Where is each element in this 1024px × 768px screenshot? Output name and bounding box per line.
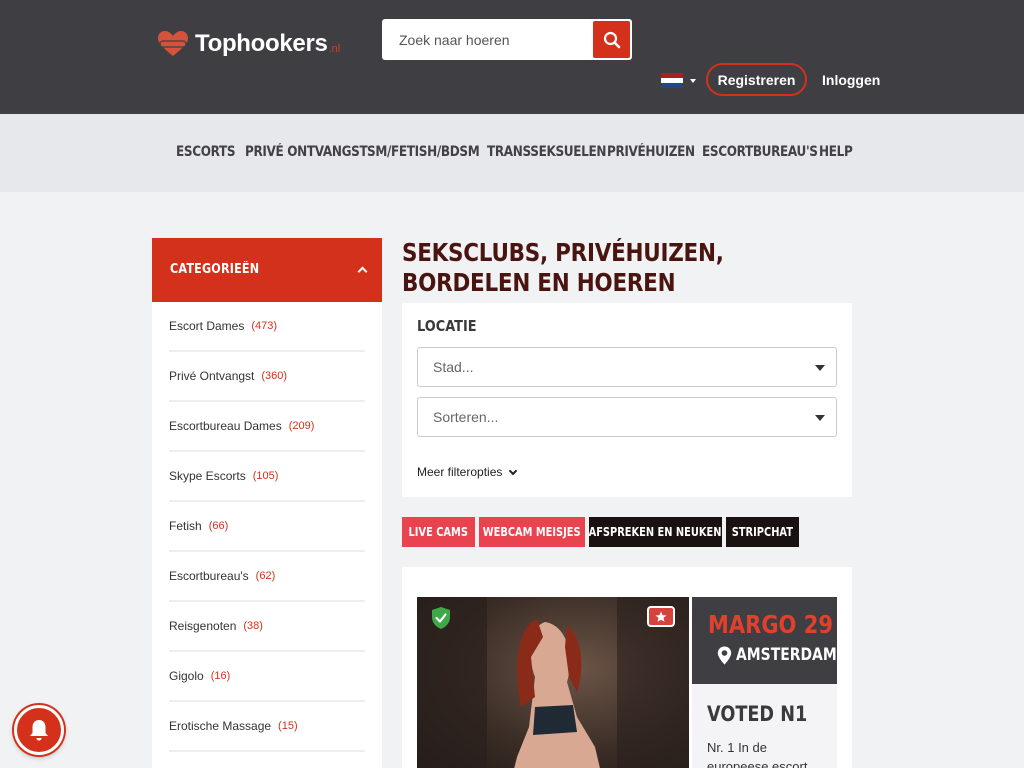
dropdown-arrow-icon [815, 365, 825, 371]
more-filters-label: Meer filteropties [417, 465, 503, 479]
chevron-up-icon [357, 266, 368, 277]
nav-escortbureaus[interactable]: ESCORTBUREAU'S [702, 144, 818, 160]
category-item[interactable]: Skype Escorts (105) [169, 452, 365, 502]
login-link[interactable]: Inloggen [822, 72, 880, 88]
notification-bell-button[interactable] [14, 705, 64, 755]
promo-label: AFSPREKEN EN NEUKEN [589, 525, 722, 539]
city-select-value: Stad... [433, 359, 474, 375]
category-item[interactable]: Gigolo (16) [169, 652, 365, 702]
verified-shield-icon [432, 607, 450, 629]
category-sidebar: CATEGORIEËN Escort Dames (473) Privé Ontv… [152, 238, 382, 768]
listing-city: AMSTERDAM [736, 645, 837, 665]
category-count: (473) [251, 320, 278, 332]
chevron-down-icon [509, 466, 518, 475]
category-label: Escortbureau's [169, 569, 249, 583]
logo[interactable]: Tophookers .nl [157, 30, 340, 58]
category-count: (209) [288, 420, 315, 432]
category-label: Privé Ontvangst [169, 369, 255, 383]
stripchat-button[interactable]: STRIPCHAT [726, 517, 799, 547]
category-item[interactable]: Erotische Massage (15) [169, 702, 365, 752]
nav-prive-ontvangst[interactable]: PRIVÉ ONTVANGST [245, 144, 368, 160]
category-label: Escort Dames [169, 319, 245, 333]
netherlands-flag-icon [661, 73, 683, 88]
nav-escorts[interactable]: ESCORTS [176, 144, 236, 160]
register-button[interactable]: Registreren [706, 63, 807, 96]
category-label: Escortbureau Dames [169, 419, 282, 433]
star-icon [655, 611, 667, 622]
category-item[interactable]: Fetish (66) [169, 502, 365, 552]
category-label: Erotische Massage [169, 719, 272, 733]
logo-tld: .nl [328, 43, 341, 55]
nav-help[interactable]: HELP [819, 144, 853, 160]
sort-select-value: Sorteren... [433, 409, 499, 425]
favorite-button[interactable] [647, 606, 675, 627]
category-item[interactable]: Escortbureau Dames (209) [169, 402, 365, 452]
category-count: (66) [208, 520, 229, 532]
language-selector[interactable] [661, 73, 696, 88]
category-label: Reisgenoten [169, 619, 237, 633]
listing-name[interactable]: MARGO 29 [708, 610, 833, 639]
category-label: Gigolo [169, 669, 204, 683]
promo-label: WEBCAM MEISJES [483, 525, 581, 539]
category-count: (360) [261, 370, 288, 382]
category-count: (38) [243, 620, 263, 632]
page-title: SEKSCLUBS, PRIVÉHUIZEN, BORDELEN EN HOER… [402, 238, 724, 297]
city-select[interactable]: Stad... [417, 347, 837, 387]
more-filters-toggle[interactable]: Meer filteropties [417, 465, 518, 479]
category-label: Fetish [169, 519, 202, 533]
sort-select[interactable]: Sorteren... [417, 397, 837, 437]
category-title: CATEGORIEËN [170, 262, 260, 277]
nav-sm-fetish-bdsm[interactable]: SM/FETISH/BDSM [367, 144, 480, 160]
live-cams-button[interactable]: LIVE CAMS [402, 517, 475, 547]
nav-privehuizen[interactable]: PRIVÉHUIZEN [607, 144, 695, 160]
listing-voted: VOTED N1 [707, 702, 808, 726]
listing-description: Nr. 1 In de europeese escort [707, 740, 808, 768]
main-nav: ESCORTS PRIVÉ ONTVANGST SM/FETISH/BDSM T… [0, 114, 1024, 192]
dropdown-arrow-icon [815, 415, 825, 421]
promo-label: STRIPCHAT [731, 525, 794, 539]
listing-photo[interactable] [417, 597, 689, 768]
category-count: (105) [252, 470, 279, 482]
search-bar [382, 19, 632, 60]
listing-card[interactable]: MARGO 29 AMSTERDAM VOTED N1 Nr. 1 In de … [402, 567, 852, 768]
caret-down-icon [690, 78, 696, 83]
logo-text: Tophookers [195, 30, 328, 57]
category-item[interactable]: Escortbureau's (62) [169, 552, 365, 602]
filter-panel: LOCATIE Stad... Sorteren... Meer filtero… [402, 303, 852, 497]
afspreken-en-neuken-button[interactable]: AFSPREKEN EN NEUKEN [589, 517, 722, 547]
category-item[interactable]: Privé Ontvangst (360) [169, 352, 365, 402]
category-label: Skype Escorts [169, 469, 246, 483]
nav-transseksuelen[interactable]: TRANSSEKSUELEN [487, 144, 606, 160]
listing-header: MARGO 29 AMSTERDAM [692, 597, 837, 684]
category-count: (15) [278, 720, 298, 732]
location-label: LOCATIE [417, 317, 477, 335]
heart-logo-icon [158, 31, 188, 56]
category-item[interactable]: Reisgenoten (38) [169, 602, 365, 652]
listing-location: AMSTERDAM [717, 645, 859, 665]
search-input[interactable] [382, 19, 592, 60]
search-button[interactable] [593, 21, 630, 58]
category-count: (62) [255, 570, 276, 582]
category-count: (16) [210, 670, 231, 682]
listing-details: VOTED N1 Nr. 1 In de europeese escort [692, 684, 837, 768]
location-pin-icon [717, 646, 732, 664]
category-list: Escort Dames (473) Privé Ontvangst (360) E… [152, 302, 382, 752]
category-header[interactable]: CATEGORIEËN [152, 238, 382, 302]
category-item[interactable]: Escort Dames (473) [169, 302, 365, 352]
promo-label: LIVE CAMS [408, 525, 469, 539]
search-icon [603, 31, 620, 48]
header: Tophookers .nl Registreren Inloggen [0, 0, 1024, 114]
webcam-meisjes-button[interactable]: WEBCAM MEISJES [479, 517, 585, 547]
bell-icon [30, 720, 48, 741]
